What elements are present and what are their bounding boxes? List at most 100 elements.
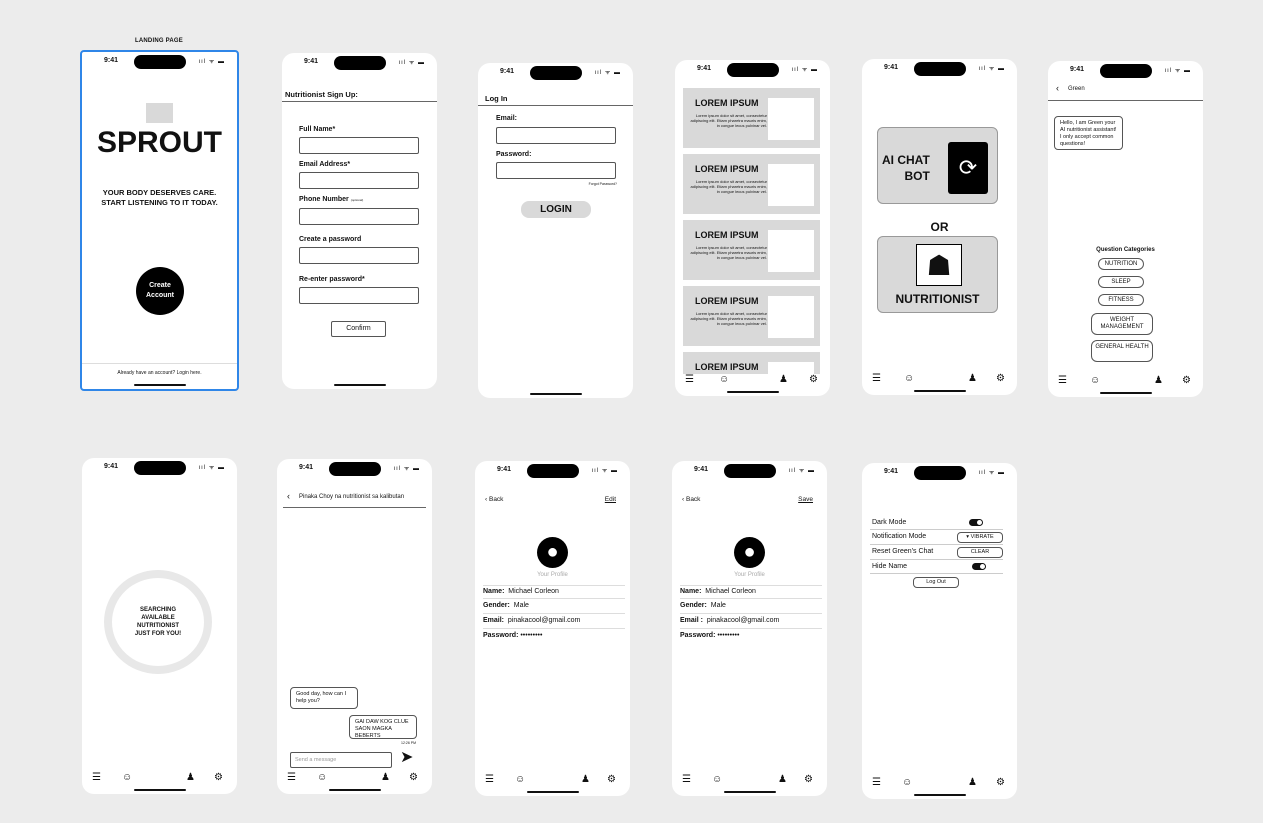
ai-chatbot-label: AI CHAT BOT — [882, 152, 930, 184]
reenter-password-field[interactable] — [299, 287, 419, 304]
settings-tab-icon[interactable]: ⚙ — [996, 777, 1005, 789]
edit-button[interactable]: Edit — [605, 496, 616, 503]
full-name-field[interactable] — [299, 137, 419, 154]
chat-tab-icon[interactable]: ☺ — [515, 774, 525, 786]
feed-tab-icon[interactable]: ☰ — [682, 774, 691, 786]
back-chevron-icon[interactable]: ‹ — [287, 491, 290, 501]
phone-field[interactable] — [299, 208, 419, 225]
article-card[interactable]: LOREM IPSUM — [683, 352, 820, 374]
dark-mode-toggle[interactable] — [969, 519, 983, 526]
tab-bar: ☰ ☺ ♟ ⚙ — [862, 777, 1017, 793]
category-general-health[interactable]: GENERAL HEALTH — [1091, 340, 1153, 362]
avatar-icon: ● — [537, 537, 568, 568]
settings-tab-icon[interactable]: ⚙ — [409, 772, 418, 784]
dynamic-island — [1099, 64, 1152, 78]
or-label: OR — [930, 220, 949, 234]
landing-caption: LANDING PAGE — [135, 38, 183, 44]
settings-tab-icon[interactable]: ⚙ — [809, 374, 818, 386]
category-weight-management[interactable]: WEIGHT MANAGEMENT — [1091, 313, 1153, 335]
settings-tab-icon[interactable]: ⚙ — [996, 373, 1005, 385]
category-nutrition[interactable]: NUTRITION — [1098, 258, 1144, 270]
chat-tab-icon[interactable]: ☺ — [712, 774, 722, 786]
name-label: Name: — [680, 588, 702, 595]
send-icon[interactable]: ➤ — [400, 750, 413, 766]
article-card[interactable]: LOREM IPSUM Lorem ipsum dolor sit amet, … — [683, 154, 820, 214]
feed-tab-icon[interactable]: ☰ — [287, 772, 296, 784]
name-value: Michael Corleon — [508, 588, 559, 595]
ai-chatbot-button[interactable]: AI CHAT BOT ⟳ — [877, 127, 998, 204]
people-tab-icon[interactable]: ♟ — [186, 772, 195, 784]
back-button[interactable]: ‹ Back — [485, 496, 503, 503]
searching-screen: 9:41 ııl ᯤ ▬ SEARCHING AVAILABLE NUTRITI… — [82, 458, 237, 794]
status-icons: ııl ᯤ ▬ — [788, 468, 815, 474]
message-input[interactable]: Send a message — [290, 752, 392, 768]
article-card[interactable]: LOREM IPSUM Lorem ipsum dolor sit amet, … — [683, 220, 820, 280]
create-account-button[interactable]: Create Account — [136, 267, 184, 315]
chat-tab-icon[interactable]: ☺ — [1090, 375, 1100, 387]
logout-button[interactable]: Log Out — [913, 577, 959, 588]
settings-tab-icon[interactable]: ⚙ — [1182, 375, 1191, 387]
feed-tab-icon[interactable]: ☰ — [485, 774, 494, 786]
category-sleep[interactable]: SLEEP — [1098, 276, 1144, 288]
settings-tab-icon[interactable]: ⚙ — [607, 774, 616, 786]
article-card[interactable]: LOREM IPSUM Lorem ipsum dolor sit amet, … — [683, 286, 820, 346]
people-tab-icon[interactable]: ♟ — [1154, 375, 1163, 387]
login-button[interactable]: LOGIN — [521, 201, 591, 218]
settings-tab-icon[interactable]: ⚙ — [804, 774, 813, 786]
login-email-field[interactable] — [496, 127, 616, 144]
people-tab-icon[interactable]: ♟ — [968, 373, 977, 385]
divider — [478, 105, 633, 106]
chat-tab-icon[interactable]: ☺ — [904, 373, 914, 385]
article-body: Lorem ipsum dolor sit amet, consectetur … — [690, 245, 767, 260]
email-row[interactable]: Email : pinakacool@gmail.com — [680, 615, 822, 629]
article-card[interactable]: LOREM IPSUM Lorem ipsum dolor sit amet, … — [683, 88, 820, 148]
forgot-password-link[interactable]: Forgot Password? — [589, 182, 617, 186]
feed-tab-icon[interactable]: ☰ — [872, 777, 881, 789]
confirm-button[interactable]: Confirm — [331, 321, 386, 337]
email-field[interactable] — [299, 172, 419, 189]
back-label: Back — [488, 496, 504, 503]
brand-title: SPROUT — [96, 126, 222, 159]
article-title: LOREM IPSUM — [695, 164, 759, 174]
gender-row[interactable]: Gender: Male — [680, 600, 822, 614]
password-field[interactable] — [299, 247, 419, 264]
back-chevron-icon[interactable]: ‹ — [1056, 83, 1059, 93]
article-title: LOREM IPSUM — [695, 296, 759, 306]
hide-name-toggle[interactable] — [972, 563, 986, 570]
back-button[interactable]: ‹ Back — [682, 496, 700, 503]
people-tab-icon[interactable]: ♟ — [779, 374, 788, 386]
clear-button[interactable]: CLEAR — [957, 547, 1003, 558]
settings-tab-icon[interactable]: ⚙ — [214, 772, 223, 784]
notification-mode-select[interactable]: ▾ VIBRATE — [957, 532, 1003, 543]
reset-chat-label: Reset Green's Chat — [872, 548, 934, 555]
feed-tab-icon[interactable]: ☰ — [872, 373, 881, 385]
people-tab-icon[interactable]: ♟ — [778, 774, 787, 786]
logo-placeholder — [146, 103, 173, 123]
password-row[interactable]: Password: ••••••••• — [680, 630, 822, 644]
searching-spinner: SEARCHING AVAILABLE NUTRITIONIST JUST FO… — [104, 570, 212, 674]
chat-tab-icon[interactable]: ☺ — [317, 772, 327, 784]
reenter-password-label: Re-enter password* — [299, 276, 365, 283]
chat-tab-icon[interactable]: ☺ — [122, 772, 132, 784]
people-tab-icon[interactable]: ♟ — [581, 774, 590, 786]
category-fitness[interactable]: FITNESS — [1098, 294, 1144, 306]
article-body: Lorem ipsum dolor sit amet, consectetur … — [690, 311, 767, 326]
chat-tab-icon[interactable]: ☺ — [719, 374, 729, 386]
feed-tab-icon[interactable]: ☰ — [92, 772, 101, 784]
people-tab-icon[interactable]: ♟ — [968, 777, 977, 789]
status-bar: 9:41 ııl ᯤ ▬ — [862, 463, 1017, 483]
chat-tab-icon[interactable]: ☺ — [902, 777, 912, 789]
gender-label: Gender: — [680, 602, 707, 609]
save-button[interactable]: Save — [798, 496, 813, 503]
article-title: LOREM IPSUM — [695, 362, 759, 372]
people-tab-icon[interactable]: ♟ — [381, 772, 390, 784]
feed-tab-icon[interactable]: ☰ — [1058, 375, 1067, 387]
name-row: Name: Michael Corleon — [483, 585, 625, 599]
name-row[interactable]: Name: Michael Corleon — [680, 585, 822, 599]
outgoing-message: GAI DAW KOG CLUE SAON MAGKA BEBERTS — [349, 715, 417, 739]
nutritionist-button[interactable]: ☗ NUTRITIONIST — [877, 236, 998, 313]
chevron-down-icon: ▾ — [966, 534, 970, 540]
login-password-field[interactable] — [496, 162, 616, 179]
feed-tab-icon[interactable]: ☰ — [685, 374, 694, 386]
login-link[interactable]: Already have an account? Login here. — [82, 370, 237, 376]
